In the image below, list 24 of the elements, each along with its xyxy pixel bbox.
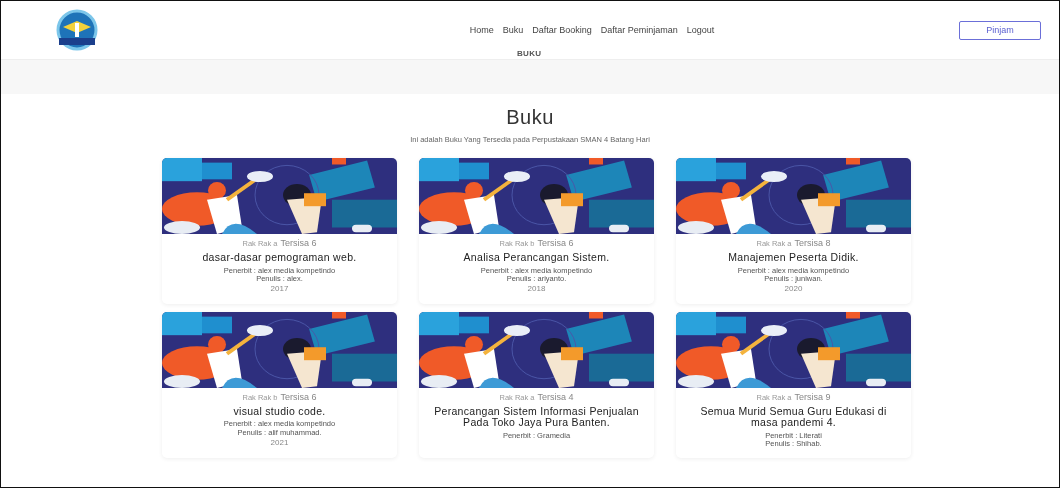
year-label: 2021	[269, 438, 290, 448]
stock-label: Tersisa 9	[794, 391, 831, 402]
book-title: Perancangan Sistem Informasi Penjualan Pada Toko Jaya Pura Banten.	[433, 405, 640, 429]
stock-label: Tersisa 8	[794, 238, 831, 248]
nav-link[interactable]: Buku	[502, 25, 524, 35]
year-label: 2018	[526, 285, 547, 294]
book-title: Semua Murid Semua Guru Edukasi di masa pandemi 4.	[699, 405, 888, 429]
nav-link[interactable]: Daftar Peminjaman	[600, 25, 678, 35]
stock-label: Tersisa 6	[280, 238, 317, 248]
book-title: dasar-dasar pemograman web.	[201, 252, 358, 264]
nav-link[interactable]: Home	[469, 25, 494, 35]
year-label: 2017	[269, 285, 290, 294]
borrow-button[interactable]: Pinjam	[959, 20, 1041, 40]
breadcrumb-label: BUKU	[517, 49, 542, 58]
book-title: visual studio code.	[232, 405, 327, 418]
stock-label: Tersisa 4	[537, 391, 574, 402]
nav-link[interactable]: Logout	[686, 25, 715, 35]
book-title: Analisa Perancangan Sistem.	[462, 252, 611, 264]
stock-label: Tersisa 6	[280, 391, 317, 402]
page-title: Buku	[505, 106, 555, 129]
stock-label: Tersisa 6	[537, 238, 574, 248]
book-title: Manajemen Peserta Didik.	[727, 252, 860, 264]
year-label: 2020	[783, 285, 804, 294]
nav-link[interactable]: Daftar Booking	[532, 25, 592, 35]
